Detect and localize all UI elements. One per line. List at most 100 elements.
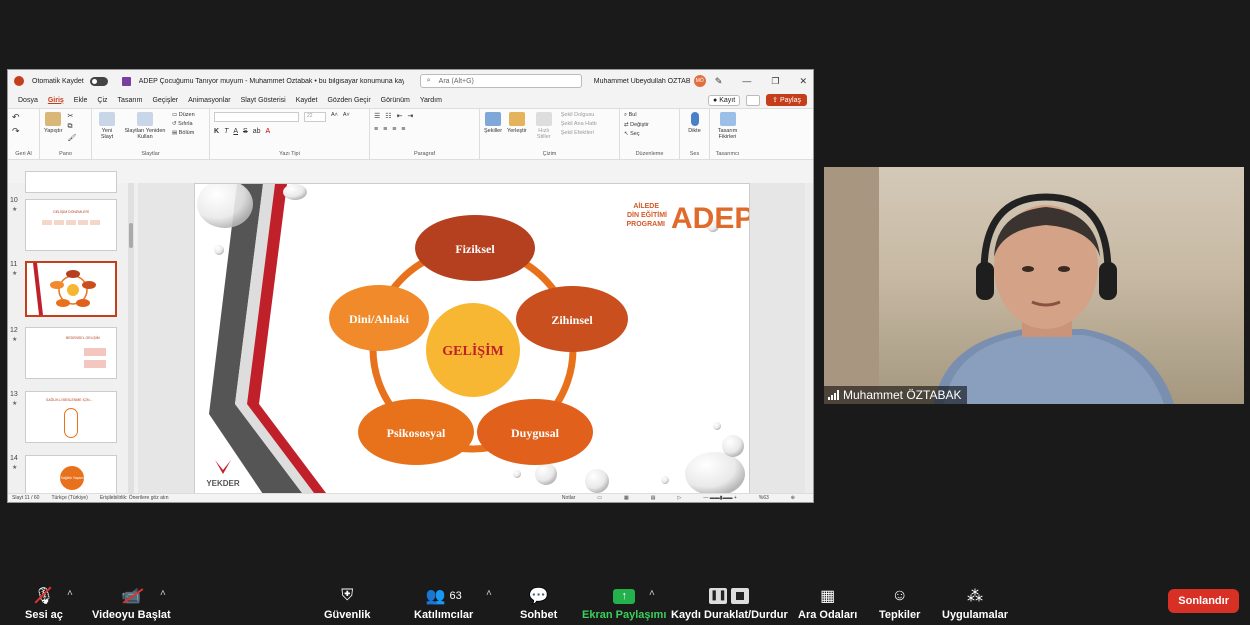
tab-ciz[interactable]: Çiz bbox=[92, 97, 112, 104]
char-spacing-icon[interactable]: ab bbox=[253, 128, 261, 135]
tab-ekle[interactable]: Ekle bbox=[69, 97, 93, 104]
shape-fill-button[interactable]: Şekil Dolgusu bbox=[561, 112, 597, 118]
breakout-rooms-button[interactable]: ▦ Ara Odaları bbox=[798, 585, 857, 621]
node-dini-ahlaki: Dini/Ahlaki bbox=[349, 312, 410, 326]
dictate-button[interactable]: Dikte bbox=[684, 112, 705, 134]
paragraph-group: ☰ ☷ ⇤ ⇥ ≡ ≡ ≡ ≡ Paragraf bbox=[370, 109, 480, 159]
slide-count: Slayt 11 / 60 bbox=[12, 495, 40, 501]
sorter-view-icon[interactable]: ▦ bbox=[624, 495, 629, 501]
chat-button[interactable]: 💬 Sohbet bbox=[520, 585, 557, 621]
normal-view-icon[interactable]: ▭ bbox=[597, 495, 602, 501]
find-button[interactable]: ⌕ Bul bbox=[624, 112, 675, 119]
fit-slide-icon[interactable]: ⊕ bbox=[791, 495, 795, 501]
slide-thumbnail-10[interactable]: GELİŞİM DÖNEMLERİ bbox=[25, 199, 117, 251]
new-slide-button[interactable]: Yeni Slayt bbox=[96, 112, 118, 141]
comment-icon[interactable] bbox=[746, 94, 761, 106]
italic-icon[interactable]: T bbox=[224, 128, 228, 135]
tab-gecisler[interactable]: Geçişler bbox=[147, 97, 183, 104]
end-meeting-button[interactable]: Sonlandır bbox=[1168, 589, 1239, 613]
section-button[interactable]: ▤ Bölüm bbox=[172, 130, 195, 136]
bullets-icon[interactable]: ☰ bbox=[374, 112, 380, 120]
language[interactable]: Türkçe (Türkiye) bbox=[51, 495, 87, 501]
search-input[interactable]: ⌕ Ara (Alt+G) bbox=[419, 74, 582, 88]
undo-icon[interactable]: ↶ bbox=[12, 112, 35, 123]
decrease-indent-icon[interactable]: ⇤ bbox=[397, 112, 403, 120]
shapes-button[interactable]: Şekiller bbox=[484, 112, 502, 134]
unmute-button[interactable]: 🎙 Sesi aç bbox=[25, 585, 63, 621]
layout-button[interactable]: ▭ Düzen bbox=[172, 112, 195, 118]
zoom-level[interactable]: %63 bbox=[759, 495, 769, 501]
share-caret-icon[interactable]: ˄ bbox=[649, 588, 655, 599]
start-video-button[interactable]: 📹 Videoyu Başlat bbox=[92, 585, 171, 621]
tab-gorunum[interactable]: Görünüm bbox=[376, 97, 415, 104]
font-name-field[interactable] bbox=[214, 112, 299, 122]
paste-button[interactable]: Yapıştır bbox=[44, 112, 63, 134]
maximize-icon[interactable]: ❐ bbox=[771, 76, 779, 87]
share-button[interactable]: ⇪ Paylaş bbox=[766, 94, 807, 106]
record-controls-button[interactable]: ❚❚ Kaydı Duraklat/Durdur bbox=[671, 585, 788, 621]
select-button[interactable]: ↖ Seç bbox=[624, 131, 675, 137]
shape-effects-button[interactable]: Şekil Efektleri bbox=[561, 130, 597, 136]
participants-button[interactable]: 👥 63 Katılımcılar bbox=[414, 585, 473, 621]
increase-indent-icon[interactable]: ⇥ bbox=[407, 112, 413, 120]
close-icon[interactable]: ✕ bbox=[799, 76, 807, 87]
replace-button[interactable]: ⇄ Değiştir bbox=[624, 122, 675, 128]
underline-icon[interactable]: A bbox=[233, 128, 238, 135]
reuse-slides-button[interactable]: Slaytları Yeniden Kullan bbox=[123, 112, 167, 141]
participants-caret-icon[interactable]: ˄ bbox=[486, 588, 492, 599]
minimize-icon[interactable]: — bbox=[742, 76, 751, 87]
slide-thumbnail-12[interactable]: BEDENSEL GELİŞİM bbox=[25, 327, 117, 379]
align-left-icon[interactable]: ≡ bbox=[374, 126, 378, 133]
accessibility[interactable]: Erişilebilirlik: Önerilere göz atın bbox=[100, 495, 169, 501]
avatar[interactable]: MÖ bbox=[693, 75, 706, 87]
bold-icon[interactable]: K bbox=[214, 128, 219, 135]
user-name[interactable]: Muhammet Übeydullah ÖZTABAK bbox=[594, 78, 690, 85]
audio-options-caret-icon[interactable]: ˄ bbox=[67, 588, 73, 599]
tab-tasarim[interactable]: Tasarım bbox=[113, 97, 148, 104]
document-title[interactable]: ADEP Çocuğumu Tanıyor muyum - Muhammet Ö… bbox=[139, 78, 404, 85]
save-icon[interactable] bbox=[121, 76, 131, 86]
redo-icon[interactable]: ↷ bbox=[12, 126, 35, 137]
reading-view-icon[interactable]: ▤ bbox=[651, 495, 656, 501]
tab-slayt-gosterisi[interactable]: Slayt Gösterisi bbox=[236, 97, 291, 104]
zoom-slider[interactable]: — ▬▬▮▬▬ + bbox=[703, 495, 736, 501]
tab-gozden-gecir[interactable]: Gözden Geçir bbox=[322, 97, 375, 104]
arrange-button[interactable]: Yerleştir bbox=[507, 112, 527, 134]
quick-styles-button[interactable]: Hızlı Stiller bbox=[532, 112, 556, 141]
thumbnails-scrollbar[interactable] bbox=[128, 183, 134, 496]
slideshow-icon[interactable]: ▷ bbox=[677, 495, 681, 501]
tab-animasyonlar[interactable]: Animasyonlar bbox=[183, 97, 235, 104]
format-painter-icon[interactable]: 🖌 bbox=[68, 134, 77, 142]
apps-button[interactable]: ⁂ Uygulamalar bbox=[942, 585, 1008, 621]
slide-thumbnail-9[interactable] bbox=[25, 171, 117, 193]
tab-giris[interactable]: Giriş bbox=[43, 97, 69, 104]
align-center-icon[interactable]: ≡ bbox=[383, 126, 387, 133]
tab-kaydet[interactable]: Kaydet bbox=[291, 97, 323, 104]
align-right-icon[interactable]: ≡ bbox=[392, 126, 396, 133]
record-button[interactable]: ● Kayıt bbox=[708, 94, 741, 106]
strikethrough-icon[interactable]: S bbox=[243, 128, 248, 135]
reset-button[interactable]: ↺ Sıfırla bbox=[172, 121, 195, 127]
copy-icon[interactable]: ⧉ bbox=[68, 123, 77, 131]
tab-dosya[interactable]: Dosya bbox=[13, 97, 43, 104]
grow-font-icon[interactable]: A˄ bbox=[331, 112, 338, 118]
slide-scrollbar[interactable] bbox=[805, 183, 813, 496]
justify-icon[interactable]: ≡ bbox=[401, 126, 405, 133]
cut-icon[interactable]: ✂ bbox=[68, 112, 77, 120]
reactions-button[interactable]: ☺ Tepkiler bbox=[879, 585, 920, 621]
font-color-icon[interactable]: A bbox=[265, 128, 270, 135]
participant-video[interactable]: Muhammet ÖZTABAK bbox=[824, 167, 1244, 404]
pen-icon[interactable]: ✎ bbox=[715, 76, 723, 87]
security-button[interactable]: ⛨ Güvenlik bbox=[324, 585, 370, 621]
shape-outline-button[interactable]: Şekil Ana Hattı bbox=[561, 121, 597, 127]
shrink-font-icon[interactable]: A˅ bbox=[343, 112, 350, 118]
autosave-toggle[interactable] bbox=[89, 76, 108, 86]
notes-button[interactable]: Notlar bbox=[562, 495, 575, 501]
video-options-caret-icon[interactable]: ˄ bbox=[160, 588, 166, 599]
numbering-icon[interactable]: ☷ bbox=[385, 112, 391, 120]
font-size-field[interactable]: 22 bbox=[304, 112, 326, 122]
tab-yardim[interactable]: Yardım bbox=[415, 97, 447, 104]
slide-thumbnail-11[interactable] bbox=[25, 261, 117, 317]
slide-thumbnail-13[interactable]: SAĞLIKLI BESLENME İÇİN... bbox=[25, 391, 117, 443]
designer-button[interactable]: Tasarım Fikirleri bbox=[714, 112, 741, 141]
